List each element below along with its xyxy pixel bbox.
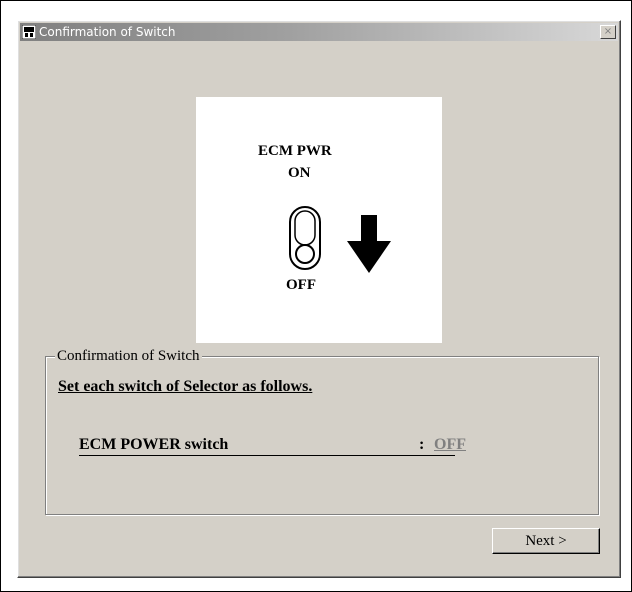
arrow-down-icon <box>347 215 391 273</box>
illustration-switch-name: ECM PWR <box>258 143 332 159</box>
switch-separator: : <box>419 436 425 453</box>
next-button[interactable]: Next > <box>492 528 600 554</box>
instruction-text: Set each switch of Selector as follows. <box>58 378 313 395</box>
illustration-on-label: ON <box>288 165 311 181</box>
title-bar[interactable]: Confirmation of Switch × <box>20 23 618 41</box>
group-label: Confirmation of Switch <box>55 347 202 365</box>
switch-name: ECM POWER switch <box>79 435 455 456</box>
dialog-window: Confirmation of Switch × ECM PWR ON OFF … <box>17 20 621 578</box>
toggle-switch-icon <box>289 206 321 270</box>
window-title: Confirmation of Switch <box>39 25 176 39</box>
switch-illustration: ECM PWR ON OFF <box>196 97 442 343</box>
close-button[interactable]: × <box>600 25 616 39</box>
close-icon: × <box>603 26 613 37</box>
illustration-off-label: OFF <box>286 277 316 293</box>
switch-row: ECM POWER switch : OFF <box>79 435 479 463</box>
app-icon <box>22 25 36 39</box>
switch-value: OFF <box>434 436 466 453</box>
confirmation-group: Confirmation of Switch Set each switch o… <box>45 347 599 515</box>
